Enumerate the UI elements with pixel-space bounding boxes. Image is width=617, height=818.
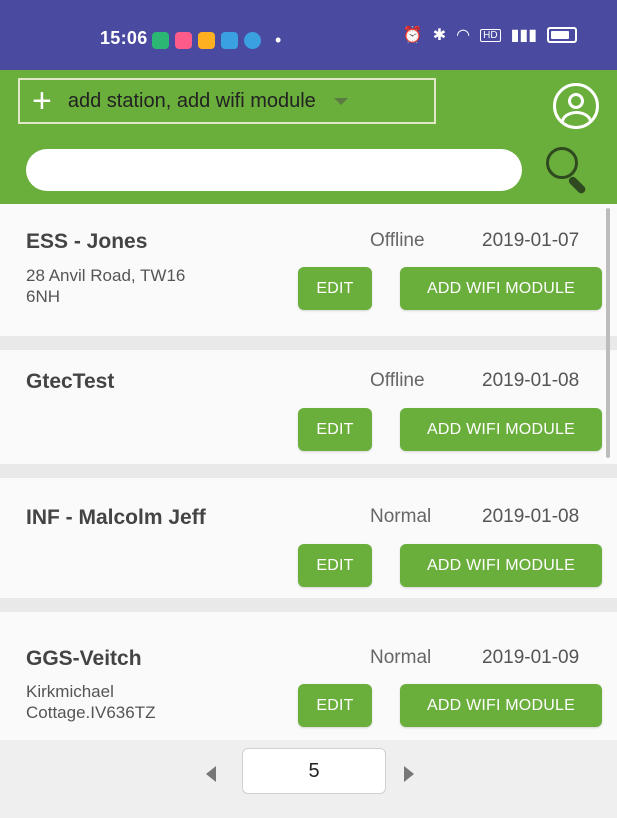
station-address-line: Cottage.IV636TZ [26,703,156,722]
station-address: Kirkmichael Cottage.IV636TZ [26,681,286,723]
message-app-icon [152,32,169,49]
page-number-field[interactable]: 5 [242,748,386,794]
search-icon-handle [567,175,587,195]
chat-app-icon [244,32,261,49]
more-dot-icon: • [275,30,282,50]
station-select[interactable]: + add station, add wifi module [18,78,436,124]
add-wifi-module-button[interactable]: ADD WIFI MODULE [400,544,602,587]
station-card[interactable]: ESS - Jones Offline 2019-01-07 28 Anvil … [0,204,617,336]
gallery-app-icon [221,32,238,49]
station-name: INF - Malcolm Jeff [26,506,206,529]
station-status: Offline [370,230,425,251]
station-card[interactable]: GGS-Veitch Normal 2019-01-09 Kirkmichael… [0,612,617,740]
system-icons: ⏰ ✱ ◠ HD ▮▮▮ [403,25,577,45]
edit-button[interactable]: EDIT [298,684,372,727]
user-icon[interactable] [553,83,599,129]
pagination: 5 [0,740,617,818]
station-date: 2019-01-08 [482,370,580,391]
search-icon[interactable] [546,147,590,195]
station-date: 2019-01-09 [482,647,580,668]
station-date: 2019-01-07 [482,230,580,251]
toolbar: + add station, add wifi module [0,70,617,134]
station-list: ESS - Jones Offline 2019-01-07 28 Anvil … [0,204,617,740]
search-input[interactable] [26,149,522,191]
plus-icon: + [32,82,52,120]
video-app-icon [175,32,192,49]
station-card[interactable]: GtecTest Offline 2019-01-08 EDIT ADD WIF… [0,350,617,464]
dropdown-caret-icon [333,97,348,105]
status-time: 15:06 [100,28,148,48]
add-wifi-module-button[interactable]: ADD WIFI MODULE [400,267,602,310]
station-status: Normal [370,647,432,668]
station-address-line: 6NH [26,287,61,306]
scrollbar[interactable] [606,208,610,458]
alarm-icon: ⏰ [402,27,423,44]
hd-icon: HD [480,28,501,42]
station-status: Offline [370,370,425,391]
previous-page-icon[interactable] [206,766,216,782]
mail-app-icon [198,32,215,49]
station-date: 2019-01-08 [482,506,580,527]
station-address-line: Kirkmichael [26,682,114,701]
battery-icon [547,27,577,43]
notification-icons: • [152,30,281,51]
search-bar [0,134,617,204]
edit-button[interactable]: EDIT [298,544,372,587]
wifi-icon: ◠ [456,27,471,44]
bluetooth-icon: ✱ [432,27,447,44]
station-card[interactable]: INF - Malcolm Jeff Normal 2019-01-08 EDI… [0,478,617,598]
add-wifi-module-button[interactable]: ADD WIFI MODULE [400,408,602,451]
station-status: Normal [370,506,432,527]
station-address: 28 Anvil Road, TW16 6NH [26,265,286,307]
edit-button[interactable]: EDIT [298,408,372,451]
search-icon-ring [546,147,578,179]
station-name: GtecTest [26,370,115,393]
station-select-label: add station, add wifi module [67,89,316,112]
edit-button[interactable]: EDIT [298,267,372,310]
user-icon-head [568,93,584,109]
station-name: GGS-Veitch [26,647,142,670]
signal-icon: ▮▮▮ [510,27,537,44]
station-name: ESS - Jones [26,230,148,253]
add-wifi-module-button[interactable]: ADD WIFI MODULE [400,684,602,727]
next-page-icon[interactable] [404,766,414,782]
station-address-line: 28 Anvil Road, TW16 [26,266,186,285]
status-bar: 15:06 • ⏰ ✱ ◠ HD ▮▮▮ [0,0,617,70]
